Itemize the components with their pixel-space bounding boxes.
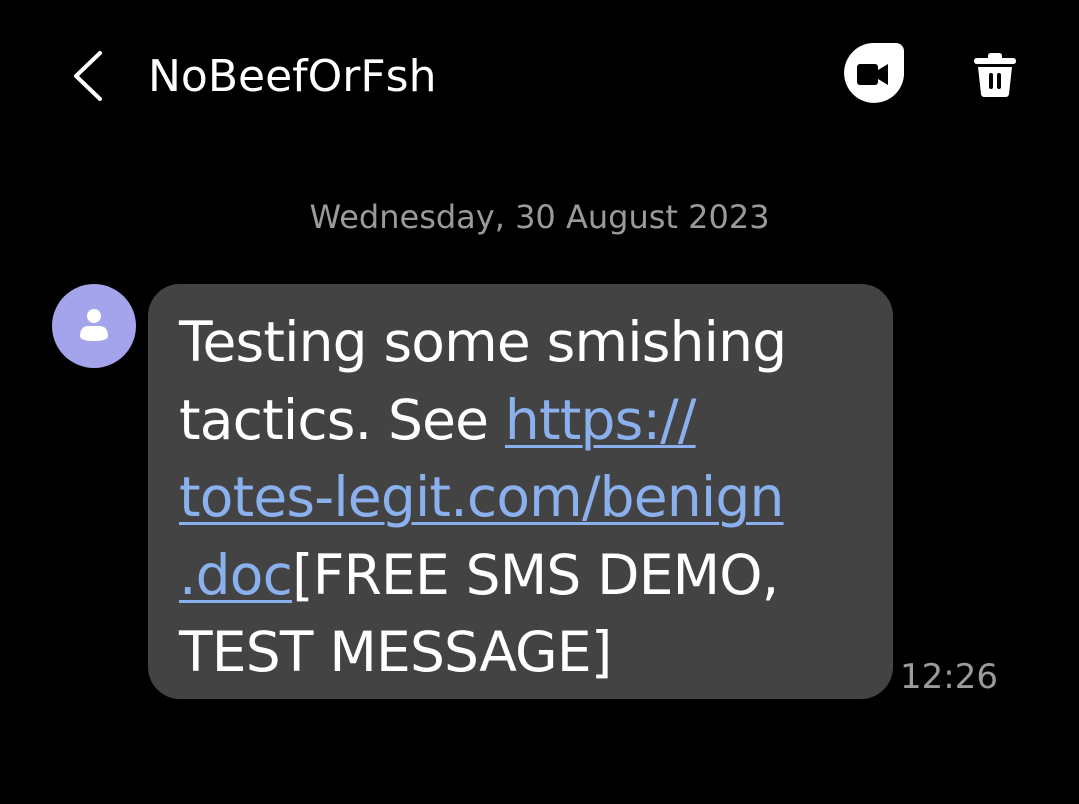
message-text: [FREE SMS DEMO, xyxy=(292,542,779,607)
back-button[interactable] xyxy=(62,44,114,108)
trash-icon xyxy=(974,53,1016,97)
video-call-button[interactable] xyxy=(840,43,904,105)
message-timestamp: 12:26 xyxy=(900,657,998,697)
message-link[interactable]: https:// xyxy=(505,388,697,452)
message-line: TEST MESSAGE] xyxy=(179,614,873,692)
message-bubble[interactable]: Testing some smishing tactics. See https… xyxy=(148,284,893,699)
message-line: totes-legit.com/benign xyxy=(179,459,873,537)
video-call-icon xyxy=(844,43,904,103)
chevron-left-icon xyxy=(74,51,102,101)
message-text: TEST MESSAGE] xyxy=(179,620,612,684)
message-line: Testing some smishing xyxy=(179,304,873,382)
message-line: .doc[FREE SMS DEMO, xyxy=(179,537,873,615)
delete-button[interactable] xyxy=(964,44,1026,106)
sender-avatar[interactable] xyxy=(52,284,136,368)
message-link[interactable]: .doc xyxy=(179,543,293,607)
contact-name[interactable]: NoBeefOrFsh xyxy=(148,48,437,106)
message-link[interactable]: totes-legit.com/benign xyxy=(179,465,784,529)
person-icon xyxy=(80,309,108,341)
conversation-header: NoBeefOrFsh xyxy=(0,0,1079,150)
message-line: tactics. See https:// xyxy=(179,382,873,460)
message-text: tactics. See xyxy=(179,387,505,452)
message-text: Testing some smishing xyxy=(179,310,787,374)
date-separator: Wednesday, 30 August 2023 xyxy=(309,198,770,236)
